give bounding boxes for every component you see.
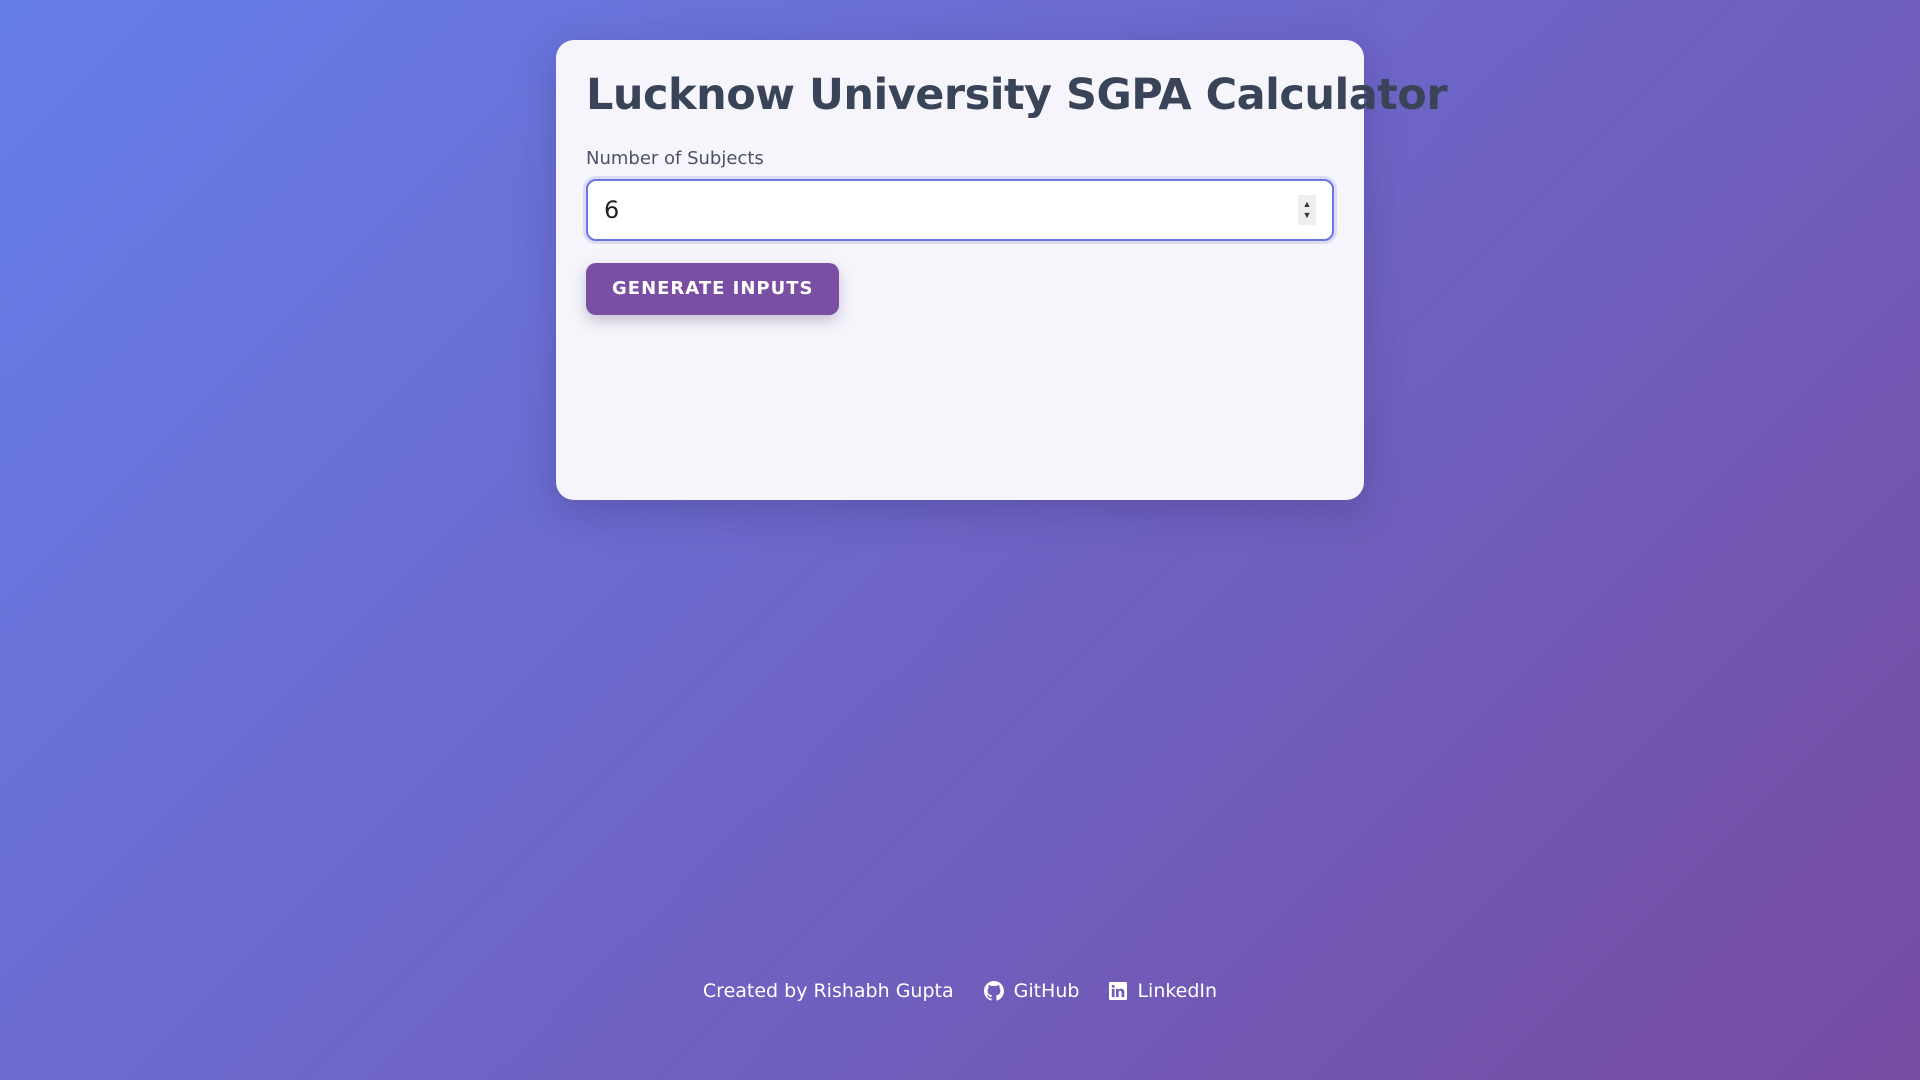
linkedin-link[interactable]: LinkedIn [1109,980,1217,1002]
stepper-down-icon[interactable]: ▼ [1303,210,1312,221]
subjects-input-wrapper: ▲ ▼ [586,178,1334,241]
github-icon [983,981,1004,1001]
footer: Created by Rishabh Gupta GitHub LinkedIn [0,980,1920,1002]
number-stepper[interactable]: ▲ ▼ [1298,194,1316,225]
linkedin-label: LinkedIn [1137,980,1218,1002]
subjects-input[interactable] [588,180,1332,239]
calculator-card: Lucknow University SGPA Calculator Numbe… [556,40,1448,500]
linkedin-icon [1109,982,1128,1000]
footer-credit: Created by Rishabh Gupta [702,980,954,1002]
github-link[interactable]: GitHub [983,980,1080,1002]
github-label: GitHub [1013,980,1080,1002]
generate-inputs-button[interactable]: GENERATE INPUTS [586,262,840,315]
subjects-label: Number of Subjects [586,147,764,169]
stepper-up-icon[interactable]: ▲ [1303,199,1312,210]
page-title: Lucknow University SGPA Calculator [586,70,1448,120]
